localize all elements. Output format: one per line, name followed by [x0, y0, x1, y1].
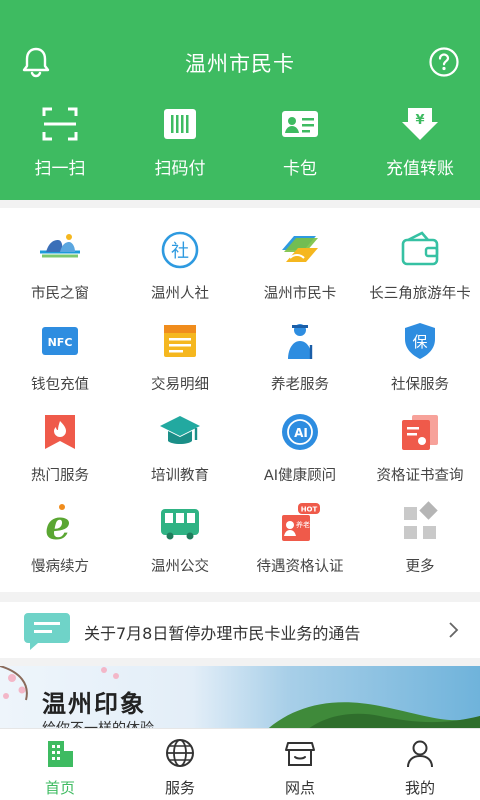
travel-card-icon: [401, 231, 439, 266]
tab-label: 服务: [164, 779, 195, 797]
service-transactions[interactable]: 交易明细: [120, 319, 240, 410]
notice-icon: [24, 613, 70, 650]
service-label: 热门服务: [31, 468, 89, 484]
service-yrd-travel-card[interactable]: 长三角旅游年卡: [360, 228, 480, 319]
promo-banner[interactable]: 温州印象 给你不一样的体验: [0, 666, 480, 736]
service-chronic-rx[interactable]: e 慢病续方: [0, 501, 120, 592]
notice-bar[interactable]: 关于7月8日暂停办理市民卡业务的通告: [0, 602, 480, 658]
chronic-glyph: e: [45, 502, 70, 545]
hr-glyph: 社: [171, 241, 189, 262]
tab-home[interactable]: 首页: [0, 729, 120, 800]
service-citizen-window[interactable]: 市民之窗: [0, 228, 120, 319]
education-icon: [160, 416, 200, 444]
recharge-transfer-icon: ¥: [402, 108, 438, 140]
quick-scan-button[interactable]: 扫一扫: [0, 104, 120, 188]
insurance-glyph: 保: [412, 333, 427, 351]
svg-text:¥: ¥: [415, 113, 424, 128]
service-grid: 市民之窗 社 温州人社 温州市民卡 长三角旅游年卡 NFC 钱包充值 交易明细 …: [0, 208, 480, 592]
quick-label: 扫一扫: [34, 159, 86, 179]
hot-service-icon: [45, 415, 75, 449]
service-more[interactable]: 更多: [360, 501, 480, 592]
service-pension-auth[interactable]: 养老 HOT 待遇资格认证: [240, 501, 360, 592]
service-label: 培训教育: [151, 468, 209, 484]
service-label: 更多: [405, 559, 435, 575]
ai-glyph: AI: [294, 426, 308, 440]
card-wallet-icon: [282, 111, 318, 137]
app-header: 温州市民卡 扫一扫 扫码付 卡包 ¥ 充值转账: [0, 0, 480, 200]
service-wallet-recharge[interactable]: NFC 钱包充值: [0, 319, 120, 410]
pension-auth-icon: 养老 HOT: [282, 503, 320, 541]
help-icon[interactable]: [428, 46, 460, 78]
ai-health-icon: AI: [282, 414, 318, 450]
tab-profile[interactable]: 我的: [360, 729, 480, 800]
quick-label: 充值转账: [386, 159, 454, 179]
service-label: 交易明细: [151, 377, 209, 393]
service-training[interactable]: 培训教育: [120, 410, 240, 501]
service-label: 温州市民卡: [263, 286, 337, 302]
service-social-insurance[interactable]: 保 社保服务: [360, 319, 480, 410]
service-label: 长三角旅游年卡: [369, 286, 471, 302]
hot-badge: HOT: [301, 506, 318, 514]
certificate-icon: [402, 415, 438, 450]
service-bus[interactable]: 温州公交: [120, 501, 240, 592]
service-elderly[interactable]: 养老服务: [240, 319, 360, 410]
scan-icon: [42, 107, 78, 141]
quick-label: 扫码付: [154, 159, 206, 179]
service-label: 养老服务: [271, 377, 329, 393]
service-citizen-card[interactable]: 温州市民卡: [240, 228, 360, 319]
user-icon: [407, 740, 433, 768]
service-label: AI健康顾问: [263, 468, 337, 484]
page-title: 温州市民卡: [185, 52, 295, 76]
bus-icon: [161, 509, 199, 540]
tab-label: 首页: [44, 779, 75, 797]
bottom-tab-bar: 首页 服务 网点 我的: [0, 728, 480, 800]
quick-recharge-button[interactable]: ¥ 充值转账: [360, 104, 480, 188]
service-certificate[interactable]: 资格证书查询: [360, 410, 480, 501]
service-label: 温州人社: [151, 286, 209, 302]
service-label: 慢病续方: [31, 559, 89, 575]
chronic-prescription-icon: e: [45, 502, 70, 545]
service-wenzhou-hr[interactable]: 社 温州人社: [120, 228, 240, 319]
tab-label: 网点: [284, 779, 315, 797]
barcode-pay-icon: [164, 109, 196, 139]
service-hot[interactable]: 热门服务: [0, 410, 120, 501]
service-label: 社保服务: [391, 377, 449, 393]
citizen-card-icon: [282, 236, 318, 262]
chevron-right-icon: [449, 622, 459, 638]
transaction-detail-icon: [164, 325, 196, 357]
quick-actions: 扫一扫 扫码付 卡包 ¥ 充值转账: [0, 104, 480, 188]
service-label: 待遇资格认证: [256, 559, 344, 575]
globe-icon: [166, 739, 194, 767]
more-icon: [404, 501, 438, 539]
notice-text: 关于7月8日暂停办理市民卡业务的通告: [84, 624, 361, 643]
service-ai-health[interactable]: AI AI健康顾问: [240, 410, 360, 501]
elderly-service-icon: [288, 324, 313, 359]
service-label: 市民之窗: [31, 286, 89, 302]
home-building-icon: [48, 741, 73, 767]
service-label: 钱包充值: [31, 377, 89, 393]
tab-label: 我的: [404, 779, 435, 797]
service-label: 资格证书查询: [376, 468, 464, 484]
quick-cardwallet-button[interactable]: 卡包: [240, 104, 360, 188]
nfc-glyph: NFC: [48, 336, 73, 349]
store-icon: [285, 742, 315, 766]
citizen-window-icon: [40, 234, 80, 258]
service-label: 温州公交: [151, 559, 209, 575]
quick-label: 卡包: [283, 159, 317, 179]
banner-title: 温州印象: [42, 690, 146, 718]
nfc-wallet-icon: NFC: [42, 327, 78, 355]
pension-glyph: 养老: [296, 520, 310, 529]
tab-outlets[interactable]: 网点: [240, 729, 360, 800]
tab-services[interactable]: 服务: [120, 729, 240, 800]
social-security-bureau-icon: 社: [161, 231, 199, 269]
insurance-service-icon: 保: [405, 323, 435, 359]
quick-pay-button[interactable]: 扫码付: [120, 104, 240, 188]
